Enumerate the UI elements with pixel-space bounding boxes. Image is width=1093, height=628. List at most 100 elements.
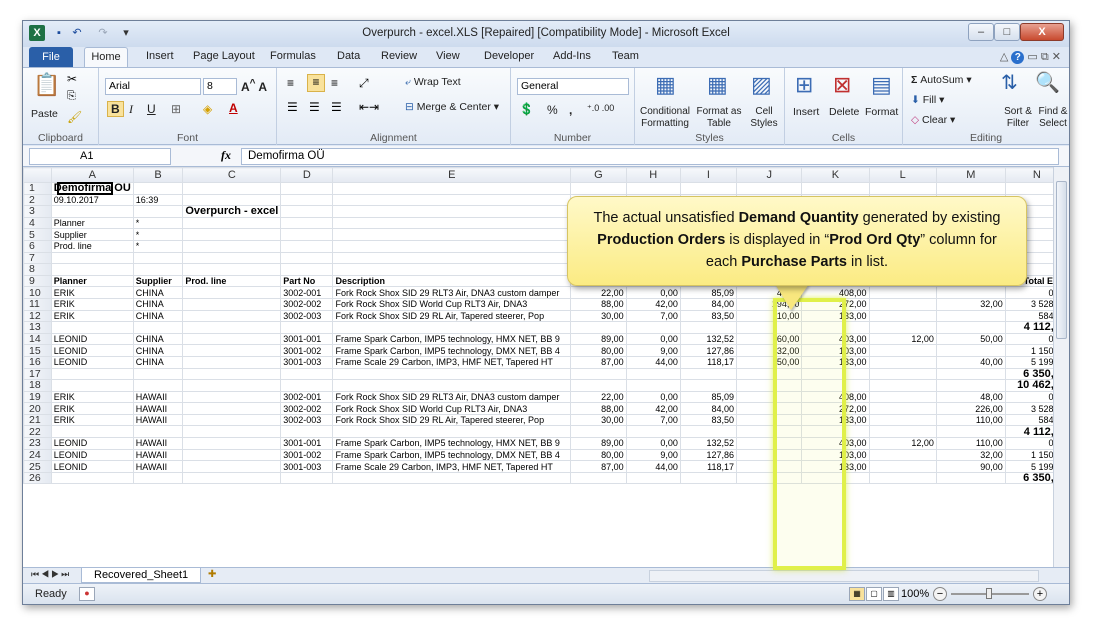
cell[interactable]: 110,00 bbox=[935, 437, 1006, 450]
cell[interactable]: 32,00 bbox=[736, 344, 803, 357]
fill-button[interactable]: ⬇ Fill ▾ bbox=[911, 94, 944, 106]
column-header[interactable]: L bbox=[868, 167, 937, 183]
row-header[interactable]: 8 bbox=[23, 263, 52, 276]
cell[interactable]: 89,00 bbox=[570, 437, 627, 450]
cell[interactable] bbox=[736, 390, 803, 404]
cell[interactable]: * bbox=[132, 228, 184, 241]
cell[interactable]: Overpurch - excel bbox=[182, 205, 282, 218]
cell[interactable]: 87,00 bbox=[570, 355, 627, 369]
cell[interactable] bbox=[332, 425, 572, 439]
cell[interactable] bbox=[132, 321, 184, 334]
row-header[interactable]: 23 bbox=[23, 437, 52, 450]
indent-icon[interactable]: ⇤⇥ bbox=[359, 100, 379, 114]
cell[interactable]: 403,00 bbox=[801, 437, 870, 450]
cell[interactable] bbox=[50, 379, 134, 392]
cell[interactable] bbox=[935, 344, 1006, 357]
cell[interactable] bbox=[182, 297, 282, 311]
font-color-icon[interactable]: A bbox=[229, 101, 238, 115]
cell[interactable]: Fork Rock Shox SID 29 RLT3 Air, DNA3 cus… bbox=[332, 286, 572, 299]
cell[interactable] bbox=[280, 471, 334, 485]
vertical-scroll-thumb[interactable] bbox=[1056, 181, 1067, 339]
cell[interactable]: 110,00 bbox=[736, 309, 803, 323]
decimal-increase-icon[interactable]: ⁺.0 .00 bbox=[587, 103, 614, 114]
column-header[interactable]: C bbox=[182, 167, 282, 183]
cut-icon[interactable]: ✂ bbox=[67, 72, 77, 86]
row-header[interactable]: 4 bbox=[23, 216, 52, 230]
cell[interactable] bbox=[736, 425, 803, 439]
cell[interactable] bbox=[868, 309, 937, 323]
paste-button[interactable]: Paste bbox=[31, 108, 58, 120]
merge-center-button[interactable]: ⊟ Merge & Center ▾ bbox=[405, 101, 499, 113]
cell[interactable] bbox=[801, 471, 870, 485]
cell[interactable] bbox=[182, 239, 282, 253]
conditional-formatting-icon[interactable]: ▦ bbox=[655, 72, 676, 98]
cell[interactable] bbox=[182, 216, 282, 230]
cell[interactable]: 60,00 bbox=[736, 332, 803, 346]
cell[interactable]: 3002-002 bbox=[280, 297, 334, 311]
cell[interactable]: HAWAII bbox=[132, 460, 184, 473]
cell[interactable]: 0,00 bbox=[625, 390, 681, 404]
cell[interactable] bbox=[570, 321, 627, 334]
cell[interactable] bbox=[801, 182, 870, 195]
cell[interactable]: 83,50 bbox=[679, 309, 738, 323]
cell[interactable]: 7,00 bbox=[625, 413, 681, 427]
row-header[interactable]: 2 bbox=[23, 193, 52, 207]
cell[interactable]: CHINA bbox=[132, 344, 184, 357]
cell[interactable] bbox=[332, 321, 572, 334]
cell[interactable] bbox=[801, 367, 870, 381]
cell[interactable] bbox=[625, 182, 681, 195]
minimize-button[interactable]: – bbox=[968, 23, 994, 41]
row-header[interactable]: 6 bbox=[23, 239, 52, 253]
cell[interactable] bbox=[280, 216, 334, 230]
cell[interactable] bbox=[132, 182, 184, 195]
align-top-icon[interactable]: ≡ bbox=[287, 76, 294, 90]
cell[interactable]: Frame Spark Carbon, IMP5 technology, DMX… bbox=[332, 448, 572, 462]
cell[interactable]: 09.10.2017 bbox=[50, 193, 134, 207]
cell[interactable] bbox=[280, 425, 334, 439]
cell[interactable] bbox=[182, 321, 282, 334]
clear-button[interactable]: ◇ Clear ▾ bbox=[911, 114, 955, 126]
cell[interactable] bbox=[280, 228, 334, 241]
sort-filter-icon[interactable]: ⇅ bbox=[1001, 70, 1018, 95]
align-left-icon[interactable]: ☰ bbox=[287, 100, 298, 114]
cell[interactable] bbox=[332, 216, 572, 230]
cell[interactable]: 408,00 bbox=[801, 390, 870, 404]
sheet-nav-arrows[interactable]: ⏮◀▶⏭ bbox=[31, 569, 71, 580]
cell[interactable] bbox=[50, 367, 134, 381]
cell[interactable] bbox=[182, 355, 282, 369]
cell[interactable] bbox=[132, 205, 184, 218]
column-header[interactable]: M bbox=[935, 167, 1006, 183]
cell[interactable] bbox=[182, 309, 282, 323]
cell[interactable] bbox=[868, 471, 937, 485]
cell[interactable]: LEONID bbox=[50, 344, 134, 357]
cell[interactable] bbox=[935, 367, 1006, 381]
cell[interactable] bbox=[182, 263, 282, 276]
close-button[interactable]: X bbox=[1020, 23, 1064, 41]
cell[interactable] bbox=[280, 193, 334, 207]
cell[interactable] bbox=[332, 182, 572, 195]
cell[interactable]: 42,00 bbox=[625, 297, 681, 311]
cell[interactable] bbox=[50, 251, 134, 265]
cell[interactable] bbox=[736, 471, 803, 485]
cell[interactable]: Frame Scale 29 Carbon, IMP3, HMF NET, Ta… bbox=[332, 355, 572, 369]
percent-button[interactable]: % bbox=[547, 103, 558, 117]
bold-button[interactable]: B bbox=[107, 101, 124, 117]
cell[interactable]: 88,00 bbox=[570, 297, 627, 311]
format-as-table-button[interactable]: Format as Table bbox=[695, 106, 743, 130]
cell[interactable] bbox=[868, 379, 937, 392]
row-header[interactable]: 11 bbox=[23, 297, 52, 311]
cell[interactable]: CHINA bbox=[132, 309, 184, 323]
borders-icon[interactable]: ⊞ bbox=[171, 102, 181, 116]
cell[interactable]: 3002-001 bbox=[280, 390, 334, 404]
cell[interactable] bbox=[280, 263, 334, 276]
cell[interactable] bbox=[182, 379, 282, 392]
cell[interactable]: Part No bbox=[280, 274, 334, 288]
cell[interactable] bbox=[736, 379, 803, 392]
column-header[interactable]: A bbox=[50, 167, 134, 183]
cell-styles-button[interactable]: Cell Styles bbox=[745, 106, 783, 130]
cell[interactable]: 9,00 bbox=[625, 344, 681, 357]
cell[interactable]: 118,17 bbox=[679, 355, 738, 369]
row-header[interactable]: 5 bbox=[23, 228, 52, 241]
number-format-select[interactable]: General bbox=[517, 78, 629, 95]
cell[interactable]: 272,00 bbox=[801, 402, 870, 415]
